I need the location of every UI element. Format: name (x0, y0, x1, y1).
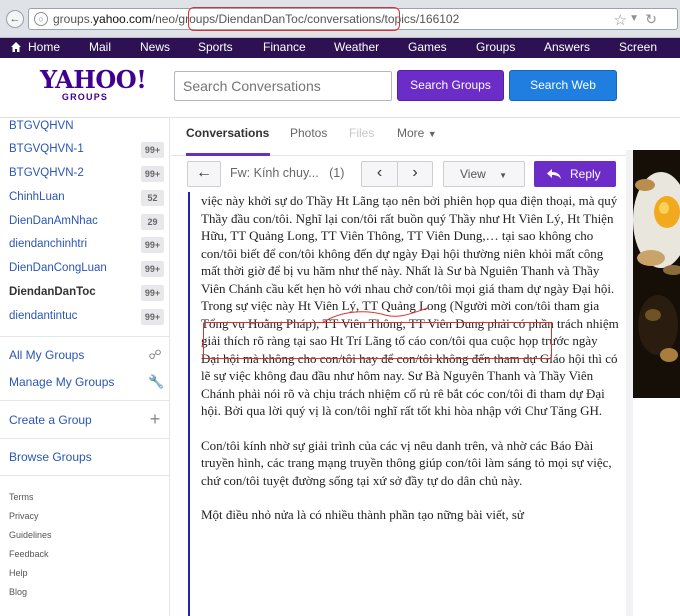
message-paragraph: Con/tôi kính nhờ sự giải trình của các v… (201, 437, 612, 488)
active-tab-underline (186, 153, 270, 156)
sidebar-group-chinhluan[interactable]: ChinhLuan (9, 191, 65, 203)
text-annotation-highlight (203, 322, 552, 359)
message-count: (1) (329, 166, 345, 180)
nav-finance[interactable]: Finance (263, 40, 306, 54)
search-groups-button[interactable]: Search Groups (397, 70, 504, 101)
count-badge: 99+ (141, 166, 164, 182)
tab-more-label: More (397, 126, 425, 140)
nav-news[interactable]: News (140, 40, 170, 54)
search-web-button[interactable]: Search Web (509, 70, 617, 101)
logo-text: YAHOO! (40, 65, 147, 94)
scrollbar-track[interactable] (626, 150, 633, 616)
nav-mail[interactable]: Mail (89, 40, 111, 54)
sidebar-divider (0, 336, 170, 337)
groups-header: YAHOO! GROUPS Search Groups Search Web (0, 58, 680, 118)
yahoo-top-nav: Home Mail News Sports Finance Weather Ga… (0, 38, 680, 58)
browse-groups-link[interactable]: Browse Groups (9, 450, 92, 464)
reply-arrow-icon (547, 169, 561, 179)
footer-feedback-link[interactable]: Feedback (9, 549, 49, 559)
left-arrow-icon: ← (196, 164, 212, 181)
annotation-scribble (321, 307, 429, 324)
manage-my-groups-link[interactable]: Manage My Groups (9, 375, 114, 389)
count-badge: 99+ (141, 142, 164, 158)
sidebar-divider (0, 438, 170, 439)
nav-answers[interactable]: Answers (544, 40, 590, 54)
home-icon (11, 42, 21, 52)
count-badge: 99+ (141, 285, 164, 301)
message-text: việc này khởi sự do Thầy Ht Lãng tạo nên… (201, 192, 619, 541)
message-body: việc này khởi sự do Thầy Ht Lãng tạo nên… (171, 192, 626, 616)
yahoo-groups-logo[interactable]: YAHOO! GROUPS (40, 65, 147, 103)
back-arrow-icon[interactable]: ← (6, 10, 24, 28)
nav-weather[interactable]: Weather (334, 40, 379, 54)
count-badge: 99+ (141, 309, 164, 325)
message-paragraph: Một điều nhỏ nửa là có nhiều thành phần … (201, 507, 524, 522)
search-conversations-input[interactable] (174, 71, 392, 101)
footer-guidelines-link[interactable]: Guidelines (9, 530, 52, 540)
all-my-groups-link[interactable]: All My Groups (9, 348, 84, 362)
tab-more[interactable]: More ▼ (397, 126, 437, 140)
count-badge: 99+ (141, 237, 164, 253)
reply-label: Reply (570, 167, 601, 181)
count-badge: 52 (141, 190, 164, 206)
sidebar-group-diendancongluan[interactable]: DienDanCongLuan (9, 262, 107, 274)
view-dropdown[interactable]: View ▼ (443, 161, 525, 187)
groups-icon: ☍ (148, 347, 162, 362)
sidebar-group-btgvqhvn-1[interactable]: BTGVQHVN-1 (9, 143, 84, 155)
sidebar-group-diendandantoc[interactable]: DiendanDanToc (9, 286, 96, 298)
tab-files: Files (349, 126, 375, 140)
nav-groups[interactable]: Groups (476, 40, 515, 54)
reply-button[interactable]: Reply (534, 161, 616, 187)
group-tabs: Conversations Photos Files More ▼ (171, 118, 626, 156)
wrench-icon: 🔧 (148, 374, 165, 389)
sidebar-group-btgvqhvn-2[interactable]: BTGVQHVN-2 (9, 167, 84, 179)
nav-games[interactable]: Games (408, 40, 447, 54)
sidebar-group-diendanchinhtri[interactable]: diendanchinhtri (9, 238, 87, 250)
tab-photos[interactable]: Photos (290, 126, 327, 140)
food-photo-art (633, 150, 680, 398)
url-dropdown-icon[interactable]: ▼ (629, 13, 639, 24)
quote-bar (188, 192, 190, 616)
message-subject: Fw: Kính chuy... (1) (230, 166, 345, 180)
count-badge: 29 (141, 214, 164, 230)
footer-blog-link[interactable]: Blog (9, 587, 27, 597)
chevron-down-icon: ▼ (427, 129, 437, 139)
nav-sports[interactable]: Sports (198, 40, 233, 54)
refresh-icon[interactable]: ↻ (645, 11, 657, 28)
globe-icon: ○ (34, 12, 48, 26)
bookmark-star-icon[interactable]: ☆ (614, 11, 627, 29)
tab-conversations[interactable]: Conversations (186, 126, 269, 140)
back-to-list-button[interactable]: ← (187, 161, 221, 187)
footer-terms-link[interactable]: Terms (9, 492, 34, 502)
chevron-left-icon: ‹ (376, 164, 383, 181)
browser-address-bar: ← ○ groups.yahoo.com/neo/groups/DiendanD… (0, 0, 680, 38)
footer-privacy-link[interactable]: Privacy (9, 511, 39, 521)
nav-home[interactable]: Home (28, 40, 60, 54)
next-message-button[interactable]: › (397, 161, 433, 187)
sidebar-group-diendantintuc[interactable]: diendantintuc (9, 310, 77, 322)
sidebar-divider (0, 475, 170, 476)
count-badge: 99+ (141, 261, 164, 277)
chevron-down-icon: ▼ (499, 171, 508, 180)
prev-message-button[interactable]: ‹ (361, 161, 398, 187)
view-label: View (460, 167, 486, 181)
sidebar-group-diendanamnhac[interactable]: DienDanAmNhac (9, 215, 98, 227)
chevron-right-icon: › (412, 164, 418, 181)
create-group-link[interactable]: Create a Group (9, 413, 92, 427)
sidebar: BTGVQHVN BTGVQHVN-1 99+ BTGVQHVN-2 99+ C… (0, 118, 170, 616)
nav-screen[interactable]: Screen (619, 40, 657, 54)
sidebar-divider (0, 400, 170, 401)
url-annotation-highlight (188, 7, 400, 31)
plus-icon[interactable]: + (148, 410, 162, 428)
footer-help-link[interactable]: Help (9, 568, 28, 578)
sidebar-group-btgvqhvn[interactable]: BTGVQHVN (9, 120, 74, 132)
food-photo (633, 150, 680, 398)
